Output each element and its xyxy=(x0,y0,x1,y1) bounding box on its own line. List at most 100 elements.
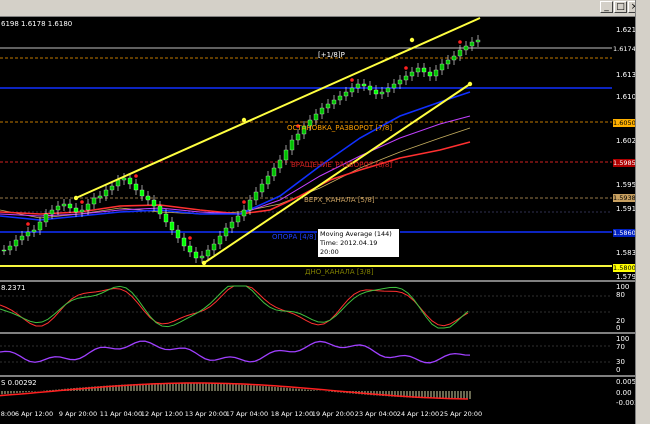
candle-body xyxy=(193,251,199,259)
candle-body xyxy=(223,227,229,237)
chart-canvas[interactable] xyxy=(0,0,650,424)
level-label-plus1-8: [+1/8]P xyxy=(318,51,345,59)
candle-body xyxy=(61,203,67,207)
time-axis-label: 18 Apr 12:00 xyxy=(270,410,314,418)
candle-body xyxy=(385,87,391,93)
stochastic-label: 8.2371 xyxy=(1,284,26,292)
moving-average-tooltip: Moving Average (144) Time: 2012.04.19 20… xyxy=(317,228,400,265)
candle-body xyxy=(55,205,61,211)
candle-body xyxy=(433,69,439,77)
candle-body xyxy=(331,99,337,105)
candle-body xyxy=(337,95,343,101)
candle-body xyxy=(409,71,415,77)
candle-body xyxy=(1,249,7,252)
macd-label: S 0.00292 xyxy=(1,379,37,387)
rsi-scale: 0 xyxy=(616,366,621,374)
candle-body xyxy=(211,243,217,251)
stoch-scale: 80 xyxy=(616,291,625,299)
candle-body xyxy=(379,91,385,95)
rsi-scale: 100 xyxy=(616,335,630,343)
candle-body xyxy=(247,199,253,211)
level-label-4-8: ОПОРА [4/8] xyxy=(272,233,317,241)
candle-body xyxy=(373,89,379,95)
fractal-marker xyxy=(242,200,246,204)
channel-upper-line xyxy=(75,17,481,199)
candle-body xyxy=(367,85,373,91)
time-axis-label: 8:00 xyxy=(0,410,16,418)
candle-body xyxy=(277,159,283,169)
ohlc-readout: 6198 1.6178 1.6180 xyxy=(1,20,73,28)
stochastic-k-line xyxy=(0,285,469,327)
candle-body xyxy=(31,229,37,233)
time-axis-label: 13 Apr 20:00 xyxy=(184,410,228,418)
candle-body xyxy=(163,213,169,223)
candle-body xyxy=(415,67,421,73)
candle-body xyxy=(475,39,481,43)
candle-body xyxy=(241,209,247,217)
candle-body xyxy=(91,197,97,205)
right-frame xyxy=(635,0,650,424)
time-axis-label: 23 Apr 04:00 xyxy=(354,410,398,418)
time-axis-label: 25 Apr 20:00 xyxy=(439,410,483,418)
fractal-marker xyxy=(404,66,408,70)
candle-body xyxy=(97,195,103,199)
candle-body xyxy=(133,183,139,191)
candle-body xyxy=(175,229,181,239)
price-tag: 1.5938 xyxy=(613,194,636,202)
candle-body xyxy=(205,249,211,257)
candle-body xyxy=(187,245,193,253)
candle-body xyxy=(25,231,31,237)
candle-body xyxy=(445,59,451,65)
candle-body xyxy=(403,75,409,81)
candle-body xyxy=(151,199,157,207)
candle-body xyxy=(85,203,91,211)
candle-body xyxy=(289,139,295,151)
candle-body xyxy=(79,209,85,213)
panel-separator xyxy=(0,332,636,334)
candle-body xyxy=(235,215,241,223)
price-tag: 1.5985 xyxy=(613,159,636,167)
candle-body xyxy=(49,209,55,215)
candle-body xyxy=(469,41,475,47)
candle-body xyxy=(229,221,235,229)
candle-body xyxy=(325,103,331,109)
trend-anchor-dot xyxy=(73,195,79,201)
trend-anchor-dot xyxy=(467,81,473,87)
candle-body xyxy=(259,183,265,193)
fractal-marker xyxy=(134,174,138,178)
candle-body xyxy=(199,255,205,259)
candle-body xyxy=(145,195,151,201)
trend-anchor-dot xyxy=(201,260,207,266)
ma-fast-line xyxy=(0,141,471,215)
time-axis-label: 24 Apr 12:00 xyxy=(396,410,440,418)
candle-body xyxy=(319,107,325,115)
candle-body xyxy=(13,239,19,247)
candle-body xyxy=(355,83,361,89)
macd-signal-line xyxy=(0,382,469,400)
candle-body xyxy=(295,133,301,141)
panel-separator xyxy=(0,375,636,377)
candle-body xyxy=(37,221,43,231)
candle-body xyxy=(463,45,469,51)
candle-body xyxy=(139,189,145,197)
candle-body xyxy=(217,235,223,245)
time-axis-label: 9 Apr 20:00 xyxy=(58,410,98,418)
tooltip-line-2: Time: 2012.04.19 20:00 xyxy=(320,239,378,256)
candle-body xyxy=(157,205,163,215)
candle-body xyxy=(67,203,73,209)
time-axis-label: 6 Apr 12:00 xyxy=(14,410,54,418)
candle-body xyxy=(73,207,79,213)
fractal-marker xyxy=(80,200,84,204)
candle-body xyxy=(103,189,109,197)
level-label-7-8: ОСТАНОВКА_РАЗВОРОТ [7/8] xyxy=(287,124,393,132)
time-axis-label: 12 Apr 12:00 xyxy=(140,410,184,418)
time-axis-label: 17 Apr 04:00 xyxy=(225,410,269,418)
fractal-marker xyxy=(458,40,462,44)
ma-blue-line xyxy=(0,91,471,221)
tooltip-line-1: Moving Average (144) xyxy=(320,230,392,238)
candle-body xyxy=(349,87,355,93)
time-axis-label: 19 Apr 20:00 xyxy=(311,410,355,418)
stochastic-d-line xyxy=(0,285,469,329)
candle-body xyxy=(253,191,259,201)
candle-body xyxy=(283,149,289,161)
